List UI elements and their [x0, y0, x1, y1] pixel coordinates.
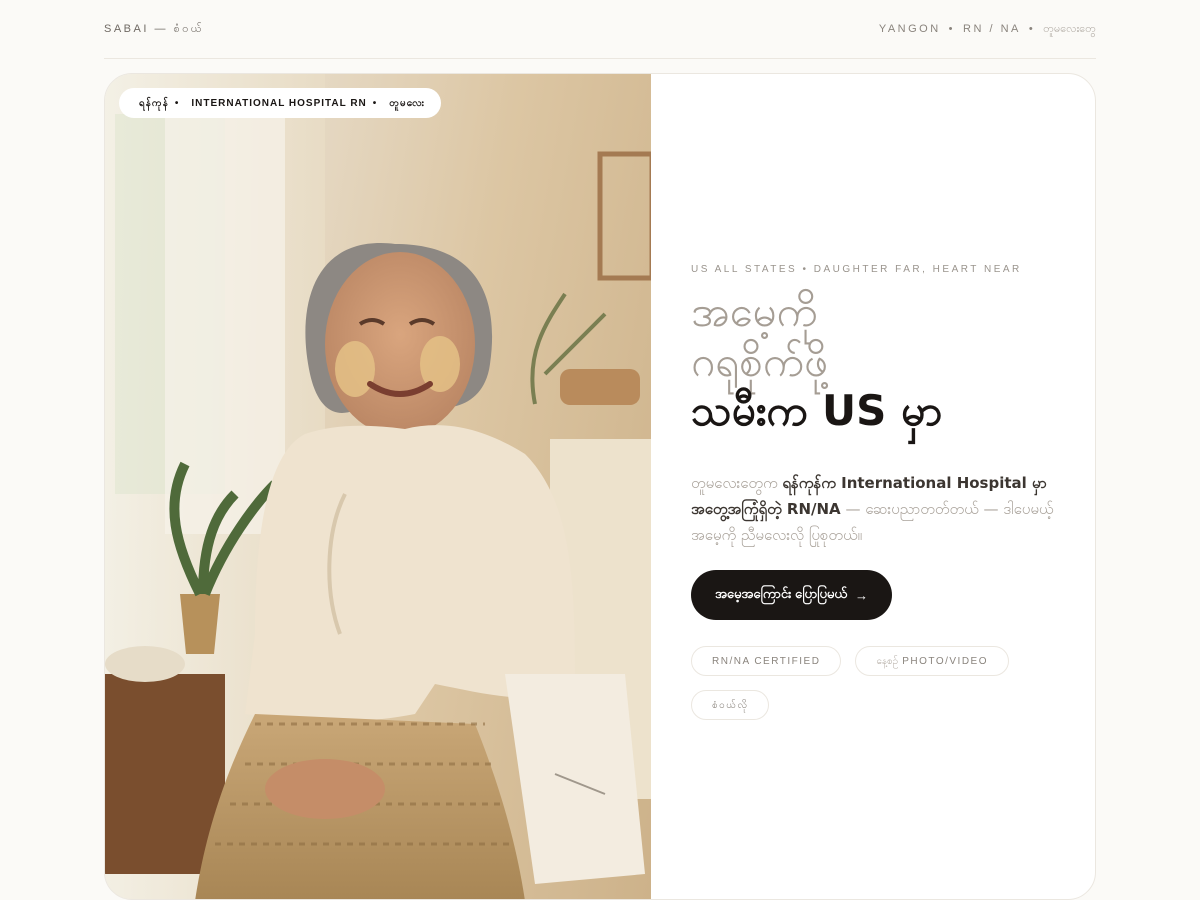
- tag-label: PHOTO/VIDEO: [902, 655, 988, 667]
- header-meta: YANGON • RN / NA • တူမလေးတွေ: [879, 22, 1096, 38]
- meta-myanmar: တူမလေးတွေ: [1043, 23, 1096, 35]
- headline-line-2: ဂရုစိုက်ဖို့: [691, 336, 828, 386]
- lede-paragraph: တူမလေးတွေက ရန်ကုန်က International Hospit…: [691, 470, 1071, 549]
- hero-photo: ရန်ကုန် • INTERNATIONAL HOSPITAL RN • တူမလ…: [105, 74, 651, 899]
- tag-myanmar: နေ့စဉ်: [876, 655, 899, 667]
- hero-card: ရန်ကုန် • INTERNATIONAL HOSPITAL RN • တူမလ…: [104, 73, 1096, 900]
- dot-separator: •: [1028, 23, 1036, 35]
- location-pill: ရန်ကုန် • INTERNATIONAL HOSPITAL RN • တူမလ…: [119, 88, 442, 118]
- brand-logo[interactable]: SABAI — စံဝယ်: [104, 22, 204, 38]
- tag-sabai-style: စံဝယ်လို: [691, 690, 770, 721]
- meta-city: YANGON: [878, 23, 941, 35]
- pill-location: ရန်ကုန်: [139, 97, 169, 109]
- tag-photo-video: နေ့စဉ် PHOTO/VIDEO: [855, 646, 1009, 677]
- meta-role: RN / NA: [963, 23, 1021, 35]
- tag-label: RN/NA CERTIFIED: [712, 655, 821, 667]
- portrait-illustration: [105, 74, 651, 899]
- tag-label: စံဝယ်လို: [712, 699, 749, 711]
- page-title: အမေ့ကို ဂရုစိုက်ဖို့ သမီးက US မှာ: [691, 287, 1071, 436]
- pill-credential: INTERNATIONAL HOSPITAL RN: [191, 97, 367, 109]
- lede-part-1: တူမလေးတွေက: [691, 473, 783, 492]
- arrow-right-icon: →: [854, 587, 868, 603]
- tag-certified: RN/NA CERTIFIED: [691, 646, 842, 677]
- feature-tags: RN/NA CERTIFIED နေ့စဉ် PHOTO/VIDEO စံဝယ်လ…: [691, 646, 1051, 721]
- hero-content: US ALL STATES • DAUGHTER FAR, HEART NEAR…: [691, 264, 1071, 721]
- tell-about-mom-button[interactable]: အမေ့အကြောင်း ပြောပြမယ် →: [691, 570, 892, 621]
- eyebrow-text: US ALL STATES • DAUGHTER FAR, HEART NEAR: [691, 264, 1022, 275]
- cta-label: အမေ့အကြောင်း ပြောပြမယ်: [715, 585, 847, 601]
- pill-tagline: တူမလေး: [389, 97, 426, 109]
- top-bar: SABAI — စံဝယ် YANGON • RN / NA • တူမလေးတွေ: [104, 0, 1096, 59]
- dot-separator: •: [174, 97, 180, 109]
- headline-line-1: အမေ့ကို: [691, 287, 818, 336]
- dot-separator: •: [948, 23, 956, 35]
- dot-separator: •: [372, 97, 378, 109]
- headline-line-3: သမီးက US မှာ: [691, 386, 943, 436]
